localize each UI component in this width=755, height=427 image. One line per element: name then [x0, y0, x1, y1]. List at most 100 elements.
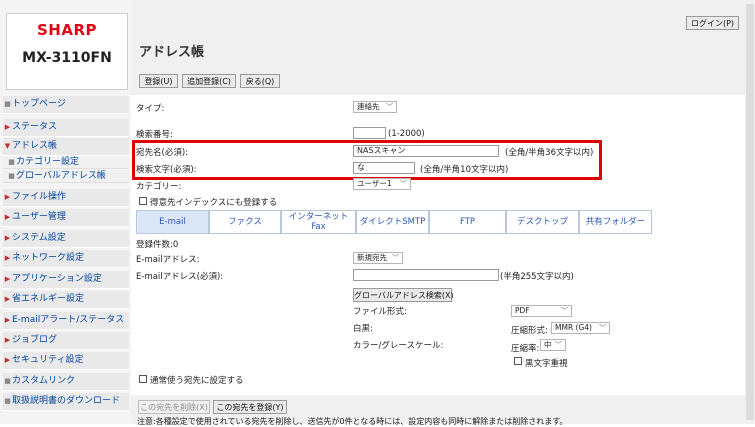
arrow-right-icon: ▶	[4, 254, 11, 262]
sidebar-item-label: ネットワーク設定	[12, 253, 85, 263]
sidebar-item-label: E-mailアラート/ステータス	[12, 315, 125, 325]
sidebar-item-label: ジョブログ	[12, 335, 58, 345]
global-address-search-button[interactable]: グローバルアドレス検索(X)	[353, 288, 454, 302]
sidebar-item-category[interactable]: ■カテゴリー設定	[3, 156, 129, 169]
sidebar-item-network-settings[interactable]: ▶ ネットワーク設定	[3, 250, 129, 268]
sidebar-item-security[interactable]: ▶ セキュリティ設定	[3, 352, 129, 370]
email-address-select[interactable]: 新規宛先 ﹀	[353, 252, 403, 264]
sidebar-item-top[interactable]: ■トップページ	[3, 96, 129, 114]
chevron-down-icon: ﹀	[561, 307, 568, 315]
arrow-right-icon: ▶	[4, 193, 11, 201]
arrow-right-icon: ▶	[4, 295, 11, 303]
delete-destination-button[interactable]: この宛先を削除(X)	[138, 400, 210, 414]
file-format-select[interactable]: PDF ﹀	[511, 305, 572, 317]
tab-internet-fax[interactable]: インターネット Fax	[281, 210, 356, 234]
black-text-label: 黒文字重視	[525, 359, 568, 369]
ratio-label: 圧縮率:	[511, 344, 540, 354]
brand-logo: SHARP	[36, 21, 97, 39]
email-address-input[interactable]	[353, 269, 499, 281]
sidebar-item-label: 取扱説明書のダウンロード	[12, 396, 121, 406]
search-no-input[interactable]	[353, 127, 386, 139]
sidebar-item-email-alert[interactable]: ▶ E-mailアラート/ステータス	[3, 312, 129, 330]
ratio-select[interactable]: 中 ﹀	[540, 339, 566, 351]
arrow-right-icon: ▶	[4, 356, 11, 364]
tab-ftp[interactable]: FTP	[429, 210, 506, 234]
search-no-label: 検索番号:	[136, 130, 173, 140]
add-register-button[interactable]: 追加登録(C)	[182, 74, 236, 88]
scrollbar-thumb[interactable]	[746, 4, 754, 420]
arrow-right-icon: ▶	[4, 123, 11, 131]
type-label: タイプ:	[136, 104, 165, 114]
ratio-select-value: 中	[544, 340, 552, 349]
compression-select-value: MMR (G4)	[555, 323, 592, 332]
sidebar-item-label: アドレス帳	[12, 141, 58, 151]
compression-label: 圧縮形式:	[511, 326, 548, 336]
favorite-label: 得意先インデックスにも登録する	[150, 198, 278, 208]
category-select[interactable]: ユーザー1 ﹀	[353, 178, 411, 190]
sidebar-item-file-operation[interactable]: ▶ ファイル操作	[3, 189, 129, 207]
model-name: MX-3110FN	[22, 50, 112, 66]
sidebar-item-label: カテゴリー設定	[16, 157, 80, 167]
chevron-down-icon: ﹀	[555, 341, 562, 349]
page-title: アドレス帳	[139, 45, 205, 60]
arrow-right-icon: ▶	[4, 336, 11, 344]
arrow-down-icon: ▼	[4, 142, 11, 150]
compression-select[interactable]: MMR (G4) ﹀	[551, 322, 610, 334]
color-grayscale-label: カラー/グレースケール:	[353, 341, 444, 351]
email-address-hint: (半角255文字以内)	[500, 272, 574, 282]
bw-label: 白黒:	[353, 324, 373, 334]
sidebar-item-label: グローバルアドレス帳	[16, 171, 106, 181]
sidebar-item-user-management[interactable]: ▶ ユーザー管理	[3, 209, 129, 227]
bullet-icon: ■	[4, 100, 11, 108]
category-label: カテゴリー:	[136, 182, 182, 192]
black-text-checkbox[interactable]	[514, 357, 522, 365]
sidebar-item-label: ファイル操作	[12, 192, 67, 202]
highlight-box	[132, 140, 602, 180]
sidebar-item-manual-download[interactable]: ■取扱説明書のダウンロード	[3, 393, 129, 411]
register-destination-button[interactable]: この宛先を登録(Y)	[213, 400, 287, 414]
bullet-icon: ■	[4, 377, 11, 385]
sidebar-item-label: ステータス	[12, 122, 58, 132]
type-select[interactable]: 連絡先 ﹀	[353, 101, 397, 113]
email-address-select-value: 新規宛先	[357, 253, 387, 262]
search-no-hint: (1-2000)	[388, 129, 425, 139]
sidebar-item-job-log[interactable]: ▶ ジョブログ	[3, 332, 129, 350]
sidebar-item-custom-link[interactable]: ■カスタムリンク	[3, 373, 129, 391]
email-address-label: E-mailアドレス:	[136, 255, 200, 265]
bullet-icon: ■	[4, 397, 11, 405]
sidebar-item-global-address[interactable]: ■グローバルアドレス帳	[3, 170, 129, 183]
sidebar-item-label: カスタムリンク	[12, 376, 76, 386]
chevron-down-icon: ﹀	[392, 254, 399, 262]
sidebar-item-label: アプリケーション設定	[12, 274, 102, 284]
arrow-right-icon: ▶	[4, 275, 11, 283]
sidebar-item-status[interactable]: ▶ ステータス	[3, 119, 129, 137]
logo-box: SHARP MX-3110FN	[6, 13, 128, 90]
arrow-right-icon: ▶	[4, 316, 11, 324]
register-button[interactable]: 登録(U)	[139, 74, 178, 88]
file-format-select-value: PDF	[515, 306, 530, 315]
chevron-down-icon: ﹀	[400, 180, 407, 188]
chevron-down-icon: ﹀	[599, 324, 606, 332]
tab-desktop[interactable]: デスクトップ	[506, 210, 579, 234]
sidebar-item-energy-settings[interactable]: ▶ 省エネルギー設定	[3, 291, 129, 309]
sidebar-item-address-book[interactable]: ▼ アドレス帳	[3, 138, 129, 156]
arrow-right-icon: ▶	[4, 234, 11, 242]
arrow-right-icon: ▶	[4, 213, 11, 221]
sidebar-item-system-settings[interactable]: ▶ システム設定	[3, 230, 129, 248]
sidebar-item-application-settings[interactable]: ▶ アプリケーション設定	[3, 271, 129, 289]
default-destination-label: 通常使う宛先に設定する	[150, 376, 244, 386]
login-button[interactable]: ログイン(P)	[686, 16, 739, 30]
sidebar-item-label: セキュリティ設定	[12, 355, 84, 365]
footer-note: 注意:各種設定で使用されている宛先を削除し、送信先が0件となる時には、設定内容も…	[137, 417, 568, 426]
favorite-checkbox[interactable]	[139, 197, 147, 205]
chevron-down-icon: ﹀	[386, 103, 393, 111]
tab-shared-folder[interactable]: 共有フォルダー	[579, 210, 652, 234]
email-required-label: E-mailアドレス(必須):	[136, 272, 224, 282]
tab-email[interactable]: E-mail	[136, 210, 209, 234]
tab-fax[interactable]: ファクス	[209, 210, 281, 234]
default-destination-checkbox[interactable]	[139, 375, 147, 383]
tab-direct-smtp[interactable]: ダイレクトSMTP	[356, 210, 429, 234]
sidebar-item-label: トップページ	[12, 99, 66, 109]
registered-count: 登録件数:0	[136, 240, 179, 250]
back-button[interactable]: 戻る(Q)	[240, 74, 280, 88]
